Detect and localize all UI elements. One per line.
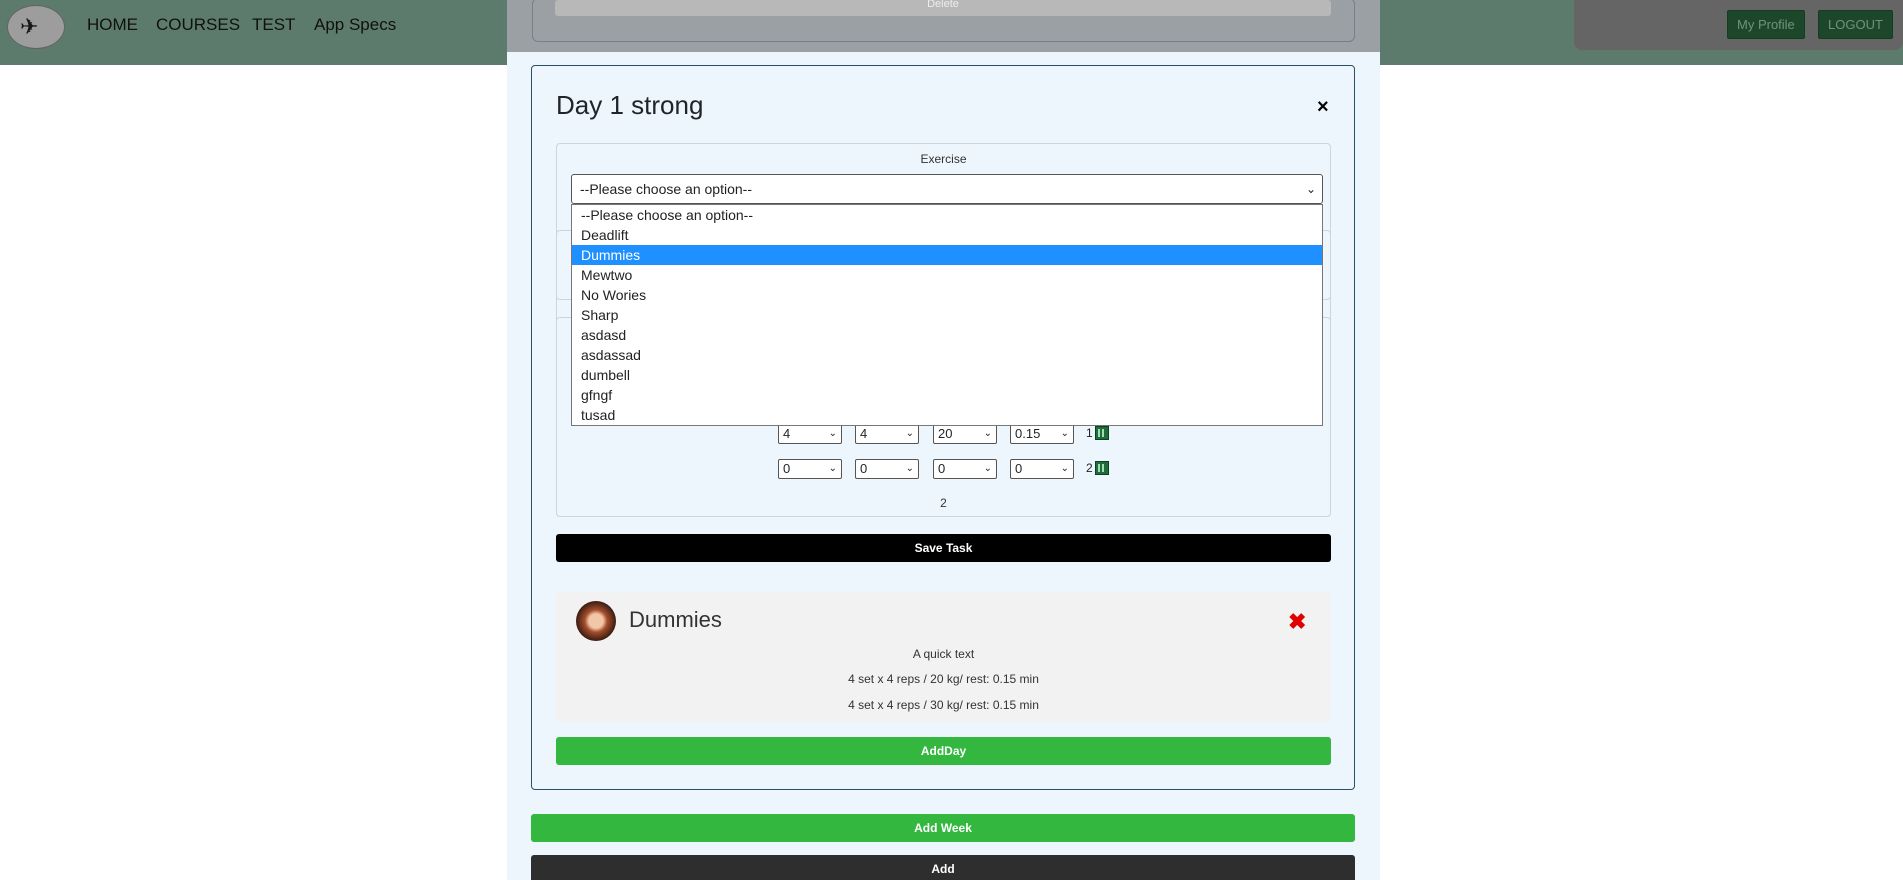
calculator-icon[interactable] (1095, 426, 1109, 440)
add-button[interactable]: Add (531, 855, 1355, 880)
dropdown-option[interactable]: --Please choose an option-- (572, 205, 1322, 225)
rest-value: 0.15 (1015, 426, 1041, 441)
dropdown-option[interactable]: No Wories (572, 285, 1322, 305)
sets-value: 4 (783, 426, 791, 441)
dropdown-option[interactable]: asdassad (572, 345, 1322, 365)
chevron-down-icon: ⌄ (905, 428, 914, 439)
task-set-line: 4 set x 4 reps / 30 kg/ rest: 0.15 min (848, 698, 1039, 712)
chevron-down-icon: ⌄ (1305, 182, 1316, 196)
row-number: 2 (1086, 461, 1093, 475)
weight-value: 0 (938, 461, 946, 476)
add-week-button[interactable]: Add Week (531, 814, 1355, 842)
rest-value: 0 (1015, 461, 1023, 476)
task-description: A quick text (912, 647, 975, 661)
weight-select[interactable]: 0 ⌄ (933, 459, 997, 479)
reps-value: 0 (860, 461, 868, 476)
chevron-down-icon: ⌄ (905, 463, 914, 474)
exercise-select[interactable]: --Please choose an option-- ⌄ (571, 174, 1323, 204)
chevron-down-icon: ⌄ (983, 428, 992, 439)
chevron-down-icon: ⌄ (1060, 463, 1069, 474)
set-row: 4 ⌄ 4 ⌄ 20 ⌄ 0.15 ⌄ 1 (778, 424, 1118, 446)
save-task-button[interactable]: Save Task (556, 534, 1331, 562)
chevron-down-icon: ⌄ (983, 463, 992, 474)
rest-select[interactable]: 0.15 ⌄ (1010, 424, 1074, 444)
dropdown-option-highlighted[interactable]: Dummies (572, 245, 1322, 265)
day-title: Day 1 strong (556, 90, 704, 120)
sets-select[interactable]: 4 ⌄ (778, 424, 842, 444)
dropdown-option[interactable]: gfngf (572, 385, 1322, 405)
row-count: 2 (940, 496, 947, 510)
weight-value: 20 (938, 426, 953, 441)
dropdown-option[interactable]: Mewtwo (572, 265, 1322, 285)
calculator-icon[interactable] (1095, 461, 1109, 475)
chevron-down-icon: ⌄ (1060, 428, 1069, 439)
rest-select[interactable]: 0 ⌄ (1010, 459, 1074, 479)
exercise-dropdown-list: --Please choose an option-- Deadlift Dum… (571, 204, 1323, 426)
reps-value: 4 (860, 426, 868, 441)
task-name: Dummies (629, 607, 722, 632)
set-row: 0 ⌄ 0 ⌄ 0 ⌄ 0 ⌄ 2 (778, 459, 1118, 481)
add-day-button[interactable]: AddDay (556, 737, 1331, 765)
dropdown-option[interactable]: tusad (572, 405, 1322, 425)
reps-select[interactable]: 0 ⌄ (855, 459, 919, 479)
exercise-label: Exercise (920, 152, 967, 166)
chevron-down-icon: ⌄ (828, 428, 837, 439)
avatar (576, 601, 616, 641)
sets-value: 0 (783, 461, 791, 476)
task-set-line: 4 set x 4 reps / 20 kg/ rest: 0.15 min (848, 672, 1039, 686)
chevron-down-icon: ⌄ (828, 463, 837, 474)
close-icon[interactable]: × (1317, 96, 1329, 119)
dropdown-option[interactable]: asdasd (572, 325, 1322, 345)
exercise-select-value: --Please choose an option-- (580, 181, 752, 197)
weight-select[interactable]: 20 ⌄ (933, 424, 997, 444)
dropdown-option[interactable]: Sharp (572, 305, 1322, 325)
dropdown-option[interactable]: dumbell (572, 365, 1322, 385)
reps-select[interactable]: 4 ⌄ (855, 424, 919, 444)
row-number: 1 (1086, 426, 1093, 440)
dropdown-option[interactable]: Deadlift (572, 225, 1322, 245)
previous-delete-button[interactable]: Delete (555, 0, 1331, 16)
delete-task-icon[interactable]: ✖ (1288, 609, 1306, 635)
sets-select[interactable]: 0 ⌄ (778, 459, 842, 479)
